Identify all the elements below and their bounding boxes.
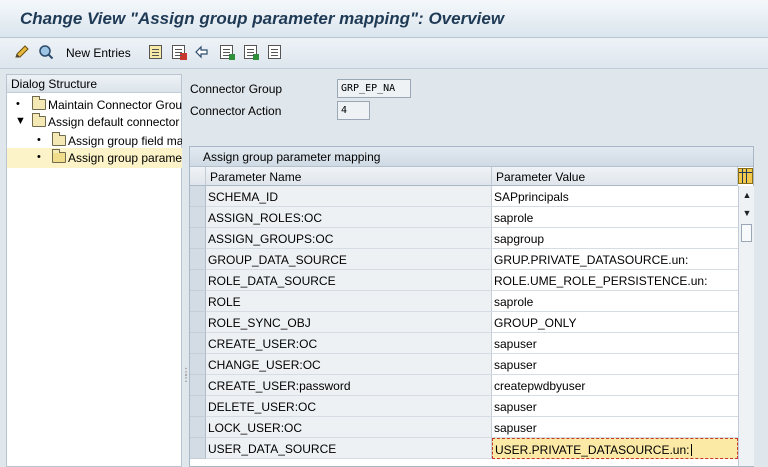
row-select-button[interactable] bbox=[190, 270, 206, 291]
connector-action-label: Connector Action bbox=[190, 104, 282, 118]
edit-pencil-icon[interactable] bbox=[14, 44, 30, 60]
parameter-value-input[interactable]: createpwdbyuser bbox=[492, 375, 738, 396]
connector-group-label: Connector Group bbox=[190, 82, 283, 96]
parameter-value-input[interactable]: sapuser bbox=[492, 354, 738, 375]
parameter-name-cell: LOCK_USER:OC bbox=[206, 417, 492, 438]
copy-icon[interactable] bbox=[147, 44, 163, 60]
row-select-button[interactable] bbox=[190, 186, 206, 207]
new-entries-button[interactable]: New Entries bbox=[66, 46, 131, 60]
undo-icon[interactable] bbox=[193, 44, 209, 60]
delete-icon[interactable] bbox=[170, 44, 187, 60]
parameter-value-input[interactable]: sapuser bbox=[492, 396, 738, 417]
dialog-structure-header: Dialog Structure bbox=[7, 75, 181, 93]
parameter-value-input-active[interactable]: USER.PRIVATE_DATASOURCE.un: bbox=[492, 438, 738, 459]
row-select-button[interactable] bbox=[190, 312, 206, 333]
parameter-value-input[interactable]: GROUP_ONLY bbox=[492, 312, 738, 333]
table-row: ASSIGN_GROUPS:OC sapgroup bbox=[190, 228, 738, 249]
row-select-button[interactable] bbox=[190, 249, 206, 270]
row-select-button[interactable] bbox=[190, 354, 206, 375]
row-select-button[interactable] bbox=[190, 228, 206, 249]
table-row: GROUP_DATA_SOURCE GRUP.PRIVATE_DATASOURC… bbox=[190, 249, 738, 270]
parameter-name-cell: SCHEMA_ID bbox=[206, 186, 492, 207]
tree-item-label: Assign group parame bbox=[68, 151, 182, 165]
table-row: ROLE_DATA_SOURCE ROLE.UME_ROLE_PERSISTEN… bbox=[190, 270, 738, 291]
table-row: DELETE_USER:OC sapuser bbox=[190, 396, 738, 417]
select-all-rows-button[interactable] bbox=[190, 167, 206, 186]
row-select-button[interactable] bbox=[190, 207, 206, 228]
column-header-parameter-name[interactable]: Parameter Name bbox=[206, 167, 492, 186]
table-row: CREATE_USER:OC sapuser bbox=[190, 333, 738, 354]
table-settings-icon[interactable] bbox=[738, 168, 753, 184]
row-select-button[interactable] bbox=[190, 438, 206, 459]
bullet-icon: • bbox=[37, 151, 41, 163]
parameter-value-input[interactable]: sapgroup bbox=[492, 228, 738, 249]
folder-icon bbox=[32, 113, 46, 127]
connector-action-field: 4 bbox=[337, 101, 370, 120]
table-row: SCHEMA_ID SAPprincipals bbox=[190, 186, 738, 207]
dialog-structure-panel: Dialog Structure • Maintain Connector Gr… bbox=[6, 74, 182, 467]
folder-icon bbox=[32, 96, 46, 110]
vertical-scrollbar[interactable]: ▲ ▼ bbox=[738, 186, 754, 466]
select-block-icon[interactable] bbox=[242, 44, 259, 60]
select-all-icon[interactable] bbox=[218, 44, 235, 60]
parameter-value-text: USER.PRIVATE_DATASOURCE.un: bbox=[495, 443, 690, 457]
scroll-thumb[interactable] bbox=[741, 224, 752, 242]
parameter-name-cell: DELETE_USER:OC bbox=[206, 396, 492, 417]
parameter-value-input[interactable]: SAPprincipals bbox=[492, 186, 738, 207]
expand-triangle-icon[interactable]: ▼ bbox=[15, 115, 26, 127]
table-row: ASSIGN_ROLES:OC saprole bbox=[190, 207, 738, 228]
parameter-value-input[interactable]: sapuser bbox=[492, 333, 738, 354]
table-row: LOCK_USER:OC sapuser bbox=[190, 417, 738, 438]
column-header-parameter-value[interactable]: Parameter Value bbox=[492, 167, 738, 186]
parameter-name-cell: ASSIGN_GROUPS:OC bbox=[206, 228, 492, 249]
table-row: ROLE saprole bbox=[190, 291, 738, 312]
parameter-name-cell: ROLE bbox=[206, 291, 492, 312]
table-row: USER_DATA_SOURCE USER.PRIVATE_DATASOURCE… bbox=[190, 438, 738, 459]
parameter-name-cell: USER_DATA_SOURCE bbox=[206, 438, 492, 459]
table-row: ROLE_SYNC_OBJ GROUP_ONLY bbox=[190, 312, 738, 333]
table-row: CHANGE_USER:OC sapuser bbox=[190, 354, 738, 375]
row-select-button[interactable] bbox=[190, 375, 206, 396]
parameter-value-input[interactable]: saprole bbox=[492, 291, 738, 312]
parameter-name-cell: ASSIGN_ROLES:OC bbox=[206, 207, 492, 228]
table-title: Assign group parameter mapping bbox=[190, 147, 753, 167]
scroll-down-icon[interactable]: ▼ bbox=[742, 208, 752, 218]
tree-item-label: Maintain Connector Grou bbox=[48, 98, 182, 112]
title-bar: Change View "Assign group parameter mapp… bbox=[0, 0, 768, 38]
parameter-value-input[interactable]: GRUP.PRIVATE_DATASOURCE.un: bbox=[492, 249, 738, 270]
parameter-name-cell: GROUP_DATA_SOURCE bbox=[206, 249, 492, 270]
application-toolbar: New Entries bbox=[0, 38, 768, 69]
tree-item-label: Assign default connector bbox=[48, 115, 180, 129]
scroll-up-icon[interactable]: ▲ bbox=[742, 190, 752, 200]
display-change-icon[interactable] bbox=[38, 44, 54, 60]
row-select-button[interactable] bbox=[190, 291, 206, 312]
parameter-name-cell: ROLE_SYNC_OBJ bbox=[206, 312, 492, 333]
parameter-value-input[interactable]: sapuser bbox=[492, 417, 738, 438]
folder-icon bbox=[52, 132, 66, 146]
table-row: CREATE_USER:password createpwdbyuser bbox=[190, 375, 738, 396]
text-cursor bbox=[690, 444, 692, 456]
connector-group-field: GRP_EP_NA bbox=[337, 79, 411, 98]
deselect-all-icon[interactable] bbox=[266, 44, 282, 60]
parameter-name-cell: CREATE_USER:password bbox=[206, 375, 492, 396]
parameter-name-cell: CHANGE_USER:OC bbox=[206, 354, 492, 375]
parameter-value-input[interactable]: ROLE.UME_ROLE_PERSISTENCE.un: bbox=[492, 270, 738, 291]
tree-item-label: Assign group field ma bbox=[68, 134, 182, 148]
bullet-icon: • bbox=[16, 98, 20, 110]
parameter-name-cell: ROLE_DATA_SOURCE bbox=[206, 270, 492, 291]
splitter-handle[interactable]: ⋮ ⋮ bbox=[181, 368, 191, 390]
bullet-icon: • bbox=[37, 134, 41, 146]
row-select-button[interactable] bbox=[190, 417, 206, 438]
parameter-name-cell: CREATE_USER:OC bbox=[206, 333, 492, 354]
page-title: Change View "Assign group parameter mapp… bbox=[20, 9, 505, 28]
tree-item-assign-default-connector[interactable]: ▼ Assign default connector bbox=[7, 112, 182, 132]
row-select-button[interactable] bbox=[190, 396, 206, 417]
open-folder-icon bbox=[52, 149, 66, 163]
tree-item-assign-group-parameter-mapping[interactable]: • Assign group parame bbox=[7, 148, 182, 168]
row-select-button[interactable] bbox=[190, 333, 206, 354]
parameter-mapping-table: Assign group parameter mapping Parameter… bbox=[189, 146, 754, 467]
parameter-value-input[interactable]: saprole bbox=[492, 207, 738, 228]
